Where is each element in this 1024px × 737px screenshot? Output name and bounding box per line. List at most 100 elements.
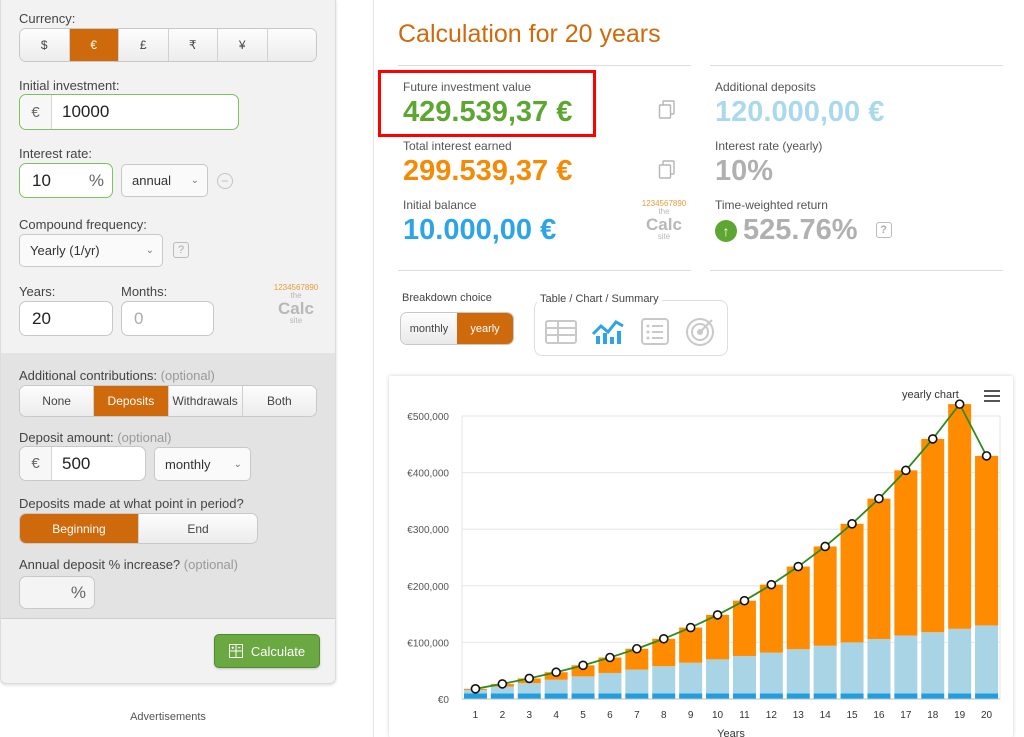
view-selector-label: Table / Chart / Summary (537, 293, 662, 305)
initial-balance-label: Initial balance (403, 198, 477, 212)
highlight-box (378, 70, 596, 137)
calculator-icon (228, 644, 243, 658)
interest-period-select[interactable]: annual ⌄ (121, 164, 208, 197)
total-interest-value: 299.539,37 € (403, 155, 573, 187)
initial-investment-label: Initial investment: (19, 78, 120, 93)
form-footer-divider (1, 618, 335, 619)
table-icon[interactable] (544, 316, 578, 346)
compound-frequency-label: Compound frequency: (19, 217, 147, 232)
months-field[interactable]: 0 (121, 301, 214, 336)
deposit-frequency-value: monthly (165, 456, 211, 472)
years-value[interactable]: 20 (20, 309, 112, 329)
logo-name: Calc (278, 299, 314, 318)
compound-frequency-select[interactable]: Yearly (1/yr) ⌄ (19, 234, 163, 267)
chevron-down-icon: ⌄ (233, 458, 242, 470)
calc-site-logo: 1234567890 the Calc site (638, 200, 690, 241)
contribution-none-button[interactable]: None (20, 386, 95, 416)
additional-contributions-label: Additional contributions: (optional) (19, 368, 215, 383)
list-icon[interactable] (638, 316, 672, 346)
currency-inr-button[interactable]: ₹ (168, 29, 218, 61)
advertisements-label: Advertisements (130, 711, 206, 723)
initial-balance-block: Initial balance 10.000,00 € (403, 198, 556, 247)
total-interest-label: Total interest earned (403, 139, 512, 153)
copy-icon[interactable] (658, 160, 676, 180)
remove-rate-icon[interactable]: − (217, 173, 233, 189)
breakdown-monthly-button[interactable]: monthly (401, 313, 457, 344)
currency-selector: $ € £ ₹ ¥ (19, 28, 317, 62)
arrow-up-icon: ↑ (715, 220, 737, 243)
chevron-down-icon: ⌄ (145, 245, 154, 256)
chart-icon[interactable] (591, 316, 625, 346)
months-placeholder[interactable]: 0 (122, 309, 213, 329)
deposit-timing-selector: Beginning End (19, 513, 258, 544)
contribution-withdrawals-button[interactable]: Withdrawals (168, 386, 243, 416)
euro-prefix: € (20, 95, 52, 129)
copy-icon[interactable] (658, 100, 676, 120)
logo-site: site (289, 316, 303, 325)
currency-usd-button[interactable]: $ (20, 29, 70, 61)
twr-block: Time-weighted return ↑ 525.76% ? (715, 198, 892, 247)
chevron-down-icon: ⌄ (190, 175, 199, 186)
calculate-button[interactable]: Calculate (214, 634, 320, 668)
percent-suffix: % (88, 170, 104, 190)
interest-rate-field[interactable]: 10 % (19, 163, 113, 198)
twr-help-icon[interactable]: ? (875, 222, 892, 238)
twr-value-row: ↑ 525.76% ? (715, 214, 892, 247)
deposit-frequency-select[interactable]: monthly ⌄ (154, 447, 251, 481)
twr-value: 525.76% (743, 214, 858, 246)
divider (710, 65, 1003, 66)
interest-rate-label: Interest rate: (19, 146, 92, 161)
timing-end-button[interactable]: End (139, 514, 257, 543)
euro-prefix: € (20, 447, 52, 480)
percent-suffix: % (70, 582, 86, 602)
interest-rate-value[interactable]: 10 (20, 171, 89, 191)
divider (710, 270, 1003, 271)
initial-investment-value[interactable]: 10000 (52, 102, 238, 122)
breakdown-yearly-button[interactable]: yearly (457, 313, 513, 344)
interest-rate-block: Interest rate (yearly) 10% (715, 139, 822, 188)
additional-deposits-value: 120.000,00 € (715, 96, 885, 128)
contribution-both-button[interactable]: Both (242, 386, 316, 416)
calculate-label: Calculate (250, 643, 306, 659)
currency-gbp-button[interactable]: £ (119, 29, 169, 61)
divider (398, 65, 691, 66)
logo-name: Calc (646, 215, 682, 234)
currency-label: Currency: (19, 11, 76, 26)
results-title: Calculation for 20 years (398, 20, 661, 48)
deposit-amount-text: Deposit amount: (19, 430, 114, 445)
interest-period-value: annual (132, 173, 172, 188)
twr-label: Time-weighted return (715, 198, 828, 212)
timing-beginning-button[interactable]: Beginning (20, 514, 139, 543)
deposit-timing-label: Deposits made at what point in period? (19, 496, 244, 511)
optional-note: (optional) (117, 430, 172, 445)
compound-frequency-value: Yearly (1/yr) (30, 243, 100, 258)
breakdown-label: Breakdown choice (402, 292, 492, 304)
interest-rate-result-label: Interest rate (yearly) (715, 139, 823, 153)
hamburger-menu-icon[interactable] (984, 390, 1000, 402)
annual-increase-text: Annual deposit % increase? (19, 557, 181, 572)
months-label: Months: (121, 284, 168, 299)
annual-increase-field[interactable]: % (19, 576, 95, 609)
additional-contributions-text: Additional contributions: (19, 368, 158, 383)
additional-deposits-label: Additional deposits (715, 80, 816, 94)
years-field[interactable]: 20 (19, 301, 113, 336)
results-panel-border (373, 0, 374, 737)
interest-rate-result-value: 10% (715, 155, 774, 187)
initial-investment-field[interactable]: € 10000 (19, 94, 239, 130)
optional-note: (optional) (183, 557, 238, 572)
currency-eur-button[interactable]: € (69, 29, 119, 61)
annual-increase-label: Annual deposit % increase? (optional) (19, 557, 238, 572)
breakdown-toggle: monthly yearly (400, 312, 514, 345)
additional-deposits-block: Additional deposits 120.000,00 € (715, 80, 884, 129)
initial-balance-value: 10.000,00 € (403, 214, 557, 246)
currency-jpy-button[interactable]: ¥ (218, 29, 268, 61)
compound-help-icon[interactable]: ? (173, 242, 189, 258)
chart-container (389, 376, 1013, 737)
currency-custom-button[interactable] (267, 29, 316, 61)
contribution-type-selector: None Deposits Withdrawals Both (19, 385, 317, 417)
logo-site: site (657, 232, 671, 241)
deposit-amount-field[interactable]: € 500 (19, 446, 146, 481)
deposit-amount-value[interactable]: 500 (52, 454, 145, 474)
contribution-deposits-button[interactable]: Deposits (94, 386, 169, 416)
target-icon[interactable] (683, 316, 717, 346)
